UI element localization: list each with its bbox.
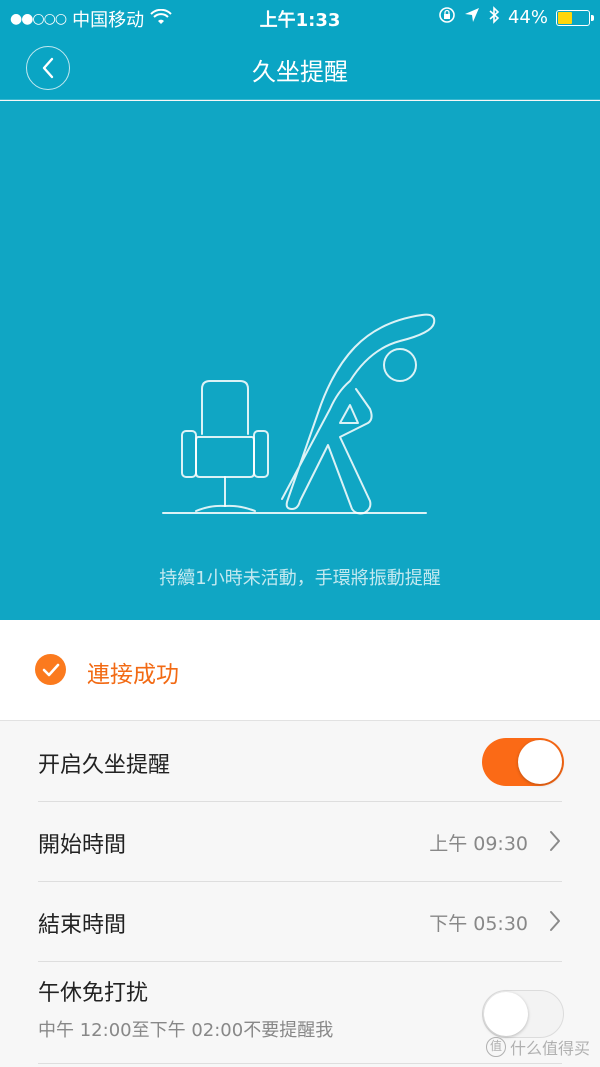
bluetooth-icon <box>488 6 500 29</box>
lunch-break-label: 午休免打扰 <box>38 981 149 1006</box>
watermark-badge: 值 <box>485 1037 506 1057</box>
watermark-text: 什么值得买 <box>509 1039 590 1058</box>
battery-percent: 44% <box>507 7 548 28</box>
location-arrow-icon <box>464 7 480 28</box>
watermark: 值 什么值得买 <box>485 1035 590 1059</box>
rotation-lock-icon <box>438 6 456 29</box>
toggle-knob <box>484 992 528 1036</box>
stretching-person-chair-illustration <box>162 313 436 515</box>
lunch-break-description: 中午 12:00至下午 02:00不要提醒我 <box>38 1020 334 1041</box>
end-time-value: 下午 05:30 <box>429 913 528 935</box>
hero-caption: 持續1小時未活動，手環將振動提醒 <box>159 568 441 589</box>
connection-status: 連接成功 <box>0 620 600 721</box>
status-bar: ●●○○○ 中国移动 上午1:33 44% <box>0 0 600 34</box>
lunch-break-toggle[interactable] <box>482 990 564 1038</box>
page-title: 久坐提醒 <box>252 58 348 86</box>
settings-list: 开启久坐提醒 開始時間 上午 09:30 結束時間 下午 05:30 午休免打扰… <box>0 722 600 1064</box>
sedentary-reminder-toggle[interactable] <box>482 738 564 786</box>
hero-banner: 持續1小時未活動，手環將振動提醒 <box>0 101 600 620</box>
start-time-value: 上午 09:30 <box>429 833 528 855</box>
checkmark-icon <box>35 654 66 685</box>
start-time-label: 開始時間 <box>38 833 127 858</box>
sedentary-reminder-label: 开启久坐提醒 <box>38 753 171 778</box>
end-time-label: 結束時間 <box>38 913 127 938</box>
navigation-bar: 久坐提醒 <box>0 34 600 100</box>
lunch-break-row: 午休免打扰 中午 12:00至下午 02:00不要提醒我 <box>38 962 564 1064</box>
battery-icon <box>556 9 594 26</box>
toggle-knob <box>518 740 562 784</box>
end-time-row[interactable]: 結束時間 下午 05:30 <box>38 882 562 962</box>
connection-label: 連接成功 <box>87 662 179 688</box>
chevron-right-icon <box>550 911 560 931</box>
start-time-row[interactable]: 開始時間 上午 09:30 <box>38 802 562 882</box>
chevron-right-icon <box>550 831 560 851</box>
sedentary-reminder-row: 开启久坐提醒 <box>38 722 564 802</box>
